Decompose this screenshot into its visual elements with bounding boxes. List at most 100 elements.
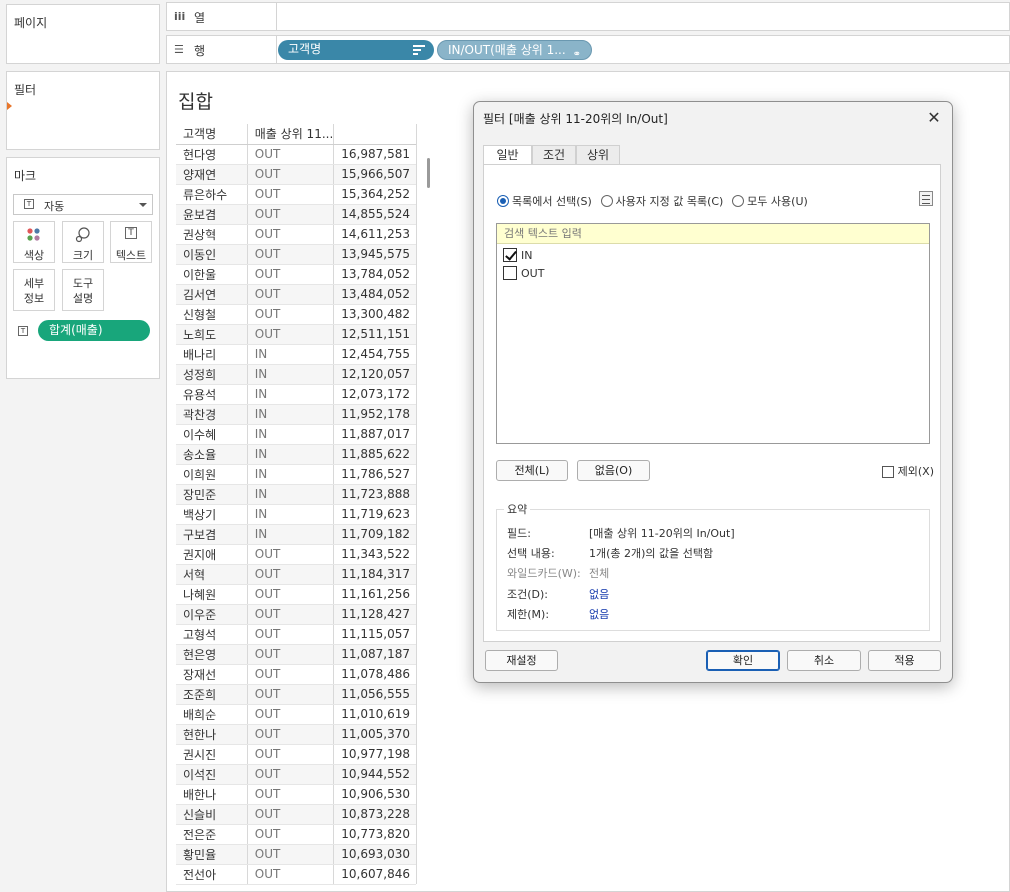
color-button[interactable]: 색상 bbox=[13, 221, 55, 263]
close-icon[interactable]: ✕ bbox=[926, 108, 942, 127]
mark-type-value: 자동 bbox=[44, 200, 65, 213]
text-label: 텍스트 bbox=[115, 249, 147, 262]
customer-name-cell: 배한나 bbox=[176, 784, 248, 805]
column-header-inout[interactable]: 매출 상위 11... bbox=[247, 124, 335, 145]
summary-box: 필드: [매출 상위 11-20위의 In/Out] 선택 내용: 1개(총 2개)… bbox=[496, 509, 930, 631]
sales-value-cell: 11,952,178 bbox=[333, 404, 416, 425]
table-row[interactable]: 배희순 OUT 11,010,619 bbox=[176, 704, 416, 725]
summary-condition-link[interactable]: 없음 bbox=[589, 588, 609, 601]
table-row[interactable]: 곽찬경 IN 11,952,178 bbox=[176, 404, 416, 425]
table-row[interactable]: 이수혜 IN 11,887,017 bbox=[176, 424, 416, 445]
table-row[interactable]: 노희도 OUT 12,511,151 bbox=[176, 324, 416, 345]
table-row[interactable]: 송소율 IN 11,885,622 bbox=[176, 444, 416, 465]
list-options-icon[interactable] bbox=[919, 191, 933, 206]
select-none-button[interactable]: 없음(O) bbox=[577, 460, 650, 481]
ok-button[interactable]: 확인 bbox=[706, 650, 780, 671]
table-row[interactable]: 백상기 IN 11,719,623 bbox=[176, 504, 416, 525]
reset-button[interactable]: 재설정 bbox=[485, 650, 558, 671]
radio-custom-value-list-label[interactable]: 사용자 지정 값 목록(C) bbox=[616, 195, 724, 208]
table-row[interactable]: 구보겸 IN 11,709,182 bbox=[176, 524, 416, 545]
checkbox-out[interactable] bbox=[503, 266, 517, 280]
table-row[interactable]: 배나리 IN 12,454,755 bbox=[176, 344, 416, 365]
table-row[interactable]: 조준희 OUT 11,056,555 bbox=[176, 684, 416, 705]
inout-cell: IN bbox=[247, 364, 335, 385]
filters-title: 필터 bbox=[14, 83, 37, 97]
sum-sales-pill[interactable]: 합계(매출) bbox=[38, 320, 150, 341]
customer-name-cell: 서혁 bbox=[176, 564, 248, 585]
list-item-out[interactable]: OUT bbox=[503, 266, 544, 282]
tooltip-button[interactable]: 도구 설명 bbox=[62, 269, 104, 311]
inout-cell: OUT bbox=[247, 304, 335, 325]
table-row[interactable]: 권지애 OUT 11,343,522 bbox=[176, 544, 416, 565]
table-row[interactable]: 현한나 OUT 11,005,370 bbox=[176, 724, 416, 745]
table-row[interactable]: 황민율 OUT 10,693,030 bbox=[176, 844, 416, 865]
inout-cell: OUT bbox=[247, 324, 335, 345]
tab-top[interactable]: 상위 bbox=[576, 145, 620, 165]
tab-general[interactable]: 일반 bbox=[483, 145, 532, 166]
table-row[interactable]: 윤보겸 OUT 14,855,524 bbox=[176, 204, 416, 225]
table-row[interactable]: 권시진 OUT 10,977,198 bbox=[176, 744, 416, 765]
table-row[interactable]: 현다영 OUT 16,987,581 bbox=[176, 144, 416, 165]
customer-name-cell: 이석진 bbox=[176, 764, 248, 785]
table-row[interactable]: 장재선 OUT 11,078,486 bbox=[176, 664, 416, 685]
tab-condition[interactable]: 조건 bbox=[532, 145, 576, 165]
radio-use-all[interactable] bbox=[732, 195, 745, 207]
rows-shelf[interactable]: ☰ 행 고객명 IN/OUT(매출 상위 1... ⚭ bbox=[166, 35, 1010, 64]
table-row[interactable]: 유용석 IN 12,073,172 bbox=[176, 384, 416, 405]
table-row[interactable]: 신슬비 OUT 10,873,228 bbox=[176, 804, 416, 825]
table-row[interactable]: 배한나 OUT 10,906,530 bbox=[176, 784, 416, 805]
exclude-checkbox[interactable] bbox=[881, 466, 894, 478]
detail-label-1: 세부 bbox=[23, 277, 45, 290]
mark-type-dropdown[interactable]: T 자동 bbox=[13, 194, 153, 215]
table-row[interactable]: 성정희 IN 12,120,057 bbox=[176, 364, 416, 385]
text-icon: T bbox=[125, 227, 137, 239]
exclude-option[interactable]: 제외(X) bbox=[881, 463, 934, 479]
table-row[interactable]: 양재연 OUT 15,966,507 bbox=[176, 164, 416, 185]
tooltip-label-2: 설명 bbox=[72, 292, 94, 305]
table-row[interactable]: 이한울 OUT 13,784,052 bbox=[176, 264, 416, 285]
customer-name-cell: 양재연 bbox=[176, 164, 248, 185]
table-row[interactable]: 나혜원 OUT 11,161,256 bbox=[176, 584, 416, 605]
table-row[interactable]: 류은하수 OUT 15,364,252 bbox=[176, 184, 416, 205]
summary-limit-link[interactable]: 없음 bbox=[589, 608, 609, 621]
radio-custom-value-list[interactable] bbox=[600, 195, 613, 207]
table-row[interactable]: 신형철 OUT 13,300,482 bbox=[176, 304, 416, 325]
search-input[interactable]: 검색 텍스트 입력 bbox=[497, 224, 929, 244]
table-row[interactable]: 전은준 OUT 10,773,820 bbox=[176, 824, 416, 845]
checkbox-in[interactable] bbox=[503, 248, 517, 262]
radio-use-all-label[interactable]: 모두 사용(U) bbox=[747, 195, 808, 208]
apply-button[interactable]: 적용 bbox=[868, 650, 941, 671]
table-row[interactable]: 고형석 OUT 11,115,057 bbox=[176, 624, 416, 645]
table-row[interactable]: 이석진 OUT 10,944,552 bbox=[176, 764, 416, 785]
sales-value-cell: 11,078,486 bbox=[333, 664, 416, 685]
inout-set-pill[interactable]: IN/OUT(매출 상위 1... ⚭ bbox=[437, 40, 592, 60]
cancel-button[interactable]: 취소 bbox=[787, 650, 861, 671]
table-header-row: 고객명 매출 상위 11... bbox=[176, 124, 416, 145]
size-button[interactable]: 크기 bbox=[62, 221, 104, 263]
table-row[interactable]: 장민준 IN 11,723,888 bbox=[176, 484, 416, 505]
column-header-customer[interactable]: 고객명 bbox=[176, 124, 248, 145]
sales-value-cell: 10,873,228 bbox=[333, 804, 416, 825]
table-row[interactable]: 전선아 OUT 10,607,846 bbox=[176, 864, 416, 885]
table-row[interactable]: 이동인 OUT 13,945,575 bbox=[176, 244, 416, 265]
detail-button[interactable]: 세부 정보 bbox=[13, 269, 55, 311]
table-row[interactable]: 현은영 OUT 11,087,187 bbox=[176, 644, 416, 665]
view-scrollbar[interactable] bbox=[427, 158, 430, 188]
text-button[interactable]: T 텍스트 bbox=[110, 221, 152, 263]
table-row[interactable]: 이희원 IN 11,786,527 bbox=[176, 464, 416, 485]
summary-wildcard-key: 와일드카드(W): bbox=[507, 567, 581, 580]
customer-name-pill[interactable]: 고객명 bbox=[278, 40, 434, 60]
filters-card[interactable]: 필터 bbox=[6, 71, 160, 150]
list-item-in[interactable]: IN bbox=[503, 248, 532, 264]
radio-select-from-list-label[interactable]: 목록에서 선택(S) bbox=[512, 195, 592, 208]
select-all-button[interactable]: 전체(L) bbox=[496, 460, 568, 481]
inout-cell: OUT bbox=[247, 804, 335, 825]
radio-select-from-list[interactable] bbox=[497, 195, 509, 207]
table-row[interactable]: 이우준 OUT 11,128,427 bbox=[176, 604, 416, 625]
table-row[interactable]: 김서연 OUT 13,484,052 bbox=[176, 284, 416, 305]
table-divider bbox=[416, 124, 417, 884]
columns-shelf[interactable]: iii 열 bbox=[166, 2, 1010, 31]
sales-value-cell: 14,855,524 bbox=[333, 204, 416, 225]
table-row[interactable]: 권상혁 OUT 14,611,253 bbox=[176, 224, 416, 245]
table-row[interactable]: 서혁 OUT 11,184,317 bbox=[176, 564, 416, 585]
